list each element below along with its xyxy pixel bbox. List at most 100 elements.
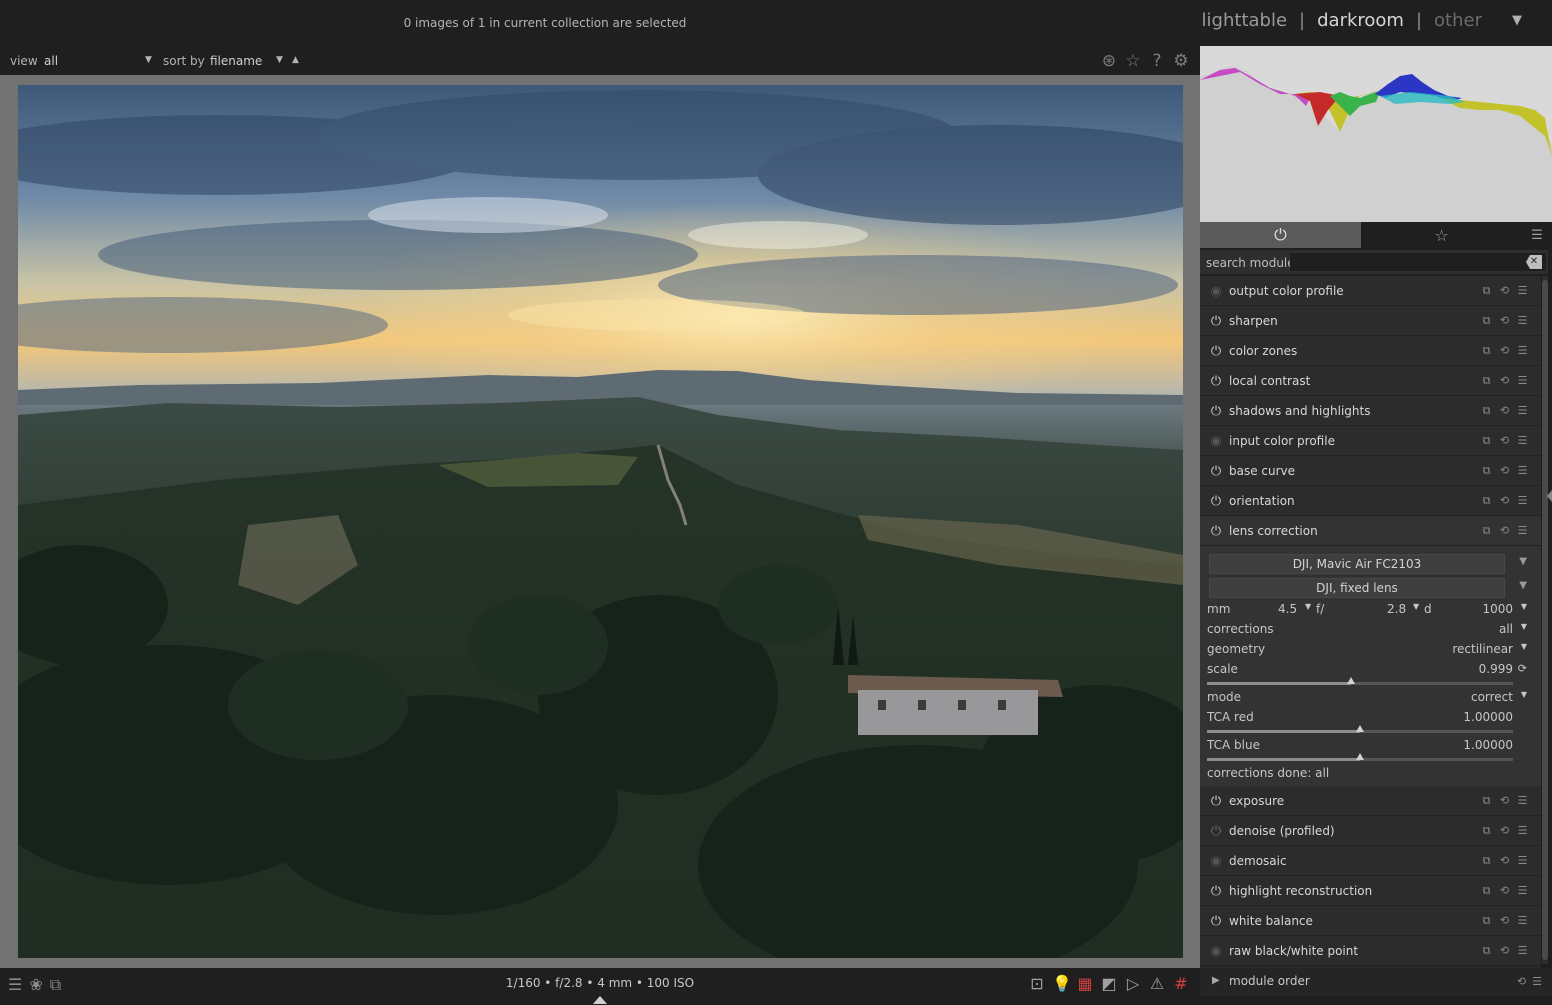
module-color-zones[interactable]: ⏻ color zones ⧉ ⟲ ☰ [1200,336,1541,366]
reset-icon[interactable]: ⟲ [1498,824,1511,838]
power-icon[interactable]: ⏻ [1209,884,1223,899]
bulb-icon[interactable]: 💡 [1052,974,1072,993]
tca-blue-value[interactable]: 1.00000 [1463,738,1513,752]
presets-icon[interactable]: ☰ [1516,284,1529,298]
multi-instance-icon[interactable]: ⧉ [1480,524,1493,538]
mm-dropdown-icon[interactable]: ▼ [1305,602,1311,611]
color-assessment-icon[interactable]: ▦ [1076,974,1094,993]
module-output-color-profile[interactable]: ◉ output color profile ⧉ ⟲ ☰ [1200,276,1541,306]
f-dropdown-icon[interactable]: ▼ [1413,602,1419,611]
power-icon[interactable]: ⏻ [1209,404,1223,419]
scale-slider[interactable] [1207,677,1513,685]
power-icon[interactable]: ⏻ [1209,524,1223,539]
reset-icon[interactable]: ⟲ [1498,524,1511,538]
multi-instance-icon[interactable]: ⧉ [1480,824,1493,838]
scale-value[interactable]: 0.999 [1479,662,1513,676]
mode-dropdown-icon[interactable]: ▼ [1521,690,1527,699]
presets-icon[interactable]: ☰ [1532,975,1542,988]
multi-instance-icon[interactable]: ⧉ [1480,344,1493,358]
module-lens-correction[interactable]: ⏻ lens correction ⧉ ⟲ ☰ [1200,516,1541,546]
presets-icon[interactable]: ☰ [1516,314,1529,328]
reset-icon[interactable]: ⟲ [1498,374,1511,388]
lens-selector[interactable]: DJI, fixed lens [1209,578,1505,598]
chevron-down-icon[interactable]: ▼ [1519,556,1527,567]
presets-icon[interactable]: ☰ [1516,374,1529,388]
presets-menu-icon[interactable]: ☰ [1522,222,1552,248]
multi-instance-icon[interactable]: ⧉ [1480,314,1493,328]
tca-red-slider[interactable] [1207,725,1513,733]
multi-instance-icon[interactable]: ⧉ [1480,464,1493,478]
multi-instance-icon[interactable]: ⧉ [1480,914,1493,928]
view-filter-dropdown-icon[interactable]: ▼ [145,55,152,65]
power-icon[interactable]: ⏻ [1209,494,1223,509]
presets-icon[interactable]: ☰ [1516,434,1529,448]
power-icon[interactable]: ⏻ [1209,464,1223,479]
presets-icon[interactable]: ☰ [1516,824,1529,838]
power-icon[interactable]: ⏻ [1209,314,1223,329]
reset-icon[interactable]: ⟲ [1517,975,1526,988]
power-icon[interactable]: ⏻ [1209,374,1223,389]
module-base-curve[interactable]: ⏻ base curve ⧉ ⟲ ☰ [1200,456,1541,486]
gear-icon[interactable]: ⚙ [1172,51,1190,71]
mm-value[interactable]: 4.5 [1278,602,1297,616]
power-icon[interactable]: ⏻ [1209,914,1223,929]
mode-value[interactable]: correct [1471,690,1513,704]
search-module-input[interactable] [1290,253,1546,271]
geometry-dropdown-icon[interactable]: ▼ [1521,642,1527,651]
tca-blue-row[interactable]: TCA blue 1.00000 [1207,738,1527,756]
multi-instance-icon[interactable]: ⧉ [1480,944,1493,958]
reset-icon[interactable]: ⟲ [1498,314,1511,328]
corrections-dropdown-icon[interactable]: ▼ [1521,622,1527,631]
presets-icon[interactable]: ☰ [1516,914,1529,928]
module-input-color-profile[interactable]: ◉ input color profile ⧉ ⟲ ☰ [1200,426,1541,456]
help-icon[interactable]: ? [1148,51,1166,71]
presets-icon[interactable]: ☰ [1516,344,1529,358]
module-denoise-profiled[interactable]: ⏻ denoise (profiled) ⧉ ⟲ ☰ [1200,816,1541,846]
presets-icon[interactable]: ☰ [1516,464,1529,478]
reset-icon[interactable]: ⟲ [1498,404,1511,418]
multi-instance-icon[interactable]: ⧉ [1480,884,1493,898]
d-value[interactable]: 1000 [1482,602,1513,616]
scrollbar-thumb[interactable] [1542,280,1548,960]
reset-icon[interactable]: ⟲ [1498,464,1511,478]
module-order-section[interactable]: ▶ module order ⟲ ☰ [1200,968,1552,996]
darkroom-view-link[interactable]: darkroom [1317,10,1404,31]
raw-overexposed-icon[interactable]: ◩ [1100,974,1118,993]
reset-icon[interactable]: ⟲ [1498,854,1511,868]
mode-row[interactable]: mode correct ▼ [1207,690,1527,708]
module-raw-black-white-point[interactable]: ◉ raw black/white point ⧉ ⟲ ☰ [1200,936,1541,966]
sort-by-value[interactable]: filename [210,54,262,68]
softproof-icon[interactable]: ▷ [1124,974,1142,993]
multi-instance-icon[interactable]: ⧉ [1480,404,1493,418]
tca-red-row[interactable]: TCA red 1.00000 [1207,710,1527,728]
module-exposure[interactable]: ⏻ exposure ⧉ ⟲ ☰ [1200,786,1541,816]
module-orientation[interactable]: ⏻ orientation ⧉ ⟲ ☰ [1200,486,1541,516]
presets-icon[interactable]: ☰ [1516,404,1529,418]
corrections-row[interactable]: corrections all ▼ [1207,622,1527,640]
scale-row[interactable]: scale 0.999 ⟳ [1207,662,1527,680]
gamut-check-icon[interactable]: ⚠ [1148,974,1166,993]
presets-icon[interactable]: ☰ [1516,854,1529,868]
presets-icon[interactable]: ☰ [1516,944,1529,958]
tca-blue-slider[interactable] [1207,753,1513,761]
reset-icon[interactable]: ⟲ [1498,884,1511,898]
auto-scale-icon[interactable]: ⟳ [1518,662,1527,675]
geometry-row[interactable]: geometry rectilinear ▼ [1207,642,1527,660]
chevron-down-icon[interactable]: ▼ [1519,580,1527,591]
favorites-tab[interactable]: ☆ [1361,222,1522,248]
image-canvas[interactable] [0,75,1200,968]
presets-icon[interactable]: ☰ [1516,524,1529,538]
focus-peaking-icon[interactable]: ⊡ [1028,974,1046,993]
reset-icon[interactable]: ⟲ [1498,794,1511,808]
edited-photo[interactable] [18,85,1183,958]
module-white-balance[interactable]: ⏻ white balance ⧉ ⟲ ☰ [1200,906,1541,936]
module-highlight-reconstruction[interactable]: ⏻ highlight reconstruction ⧉ ⟲ ☰ [1200,876,1541,906]
presets-icon[interactable]: ☰ [1516,794,1529,808]
presets-icon[interactable]: ☰ [1516,494,1529,508]
tca-red-slider-handle[interactable] [1356,725,1364,732]
collapse-right-panel-icon[interactable] [1547,490,1552,502]
reset-icon[interactable]: ⟲ [1498,914,1511,928]
color-picker-icon[interactable]: ⊛ [1100,51,1118,71]
reset-icon[interactable]: ⟲ [1498,344,1511,358]
other-view-link[interactable]: other [1434,10,1482,31]
